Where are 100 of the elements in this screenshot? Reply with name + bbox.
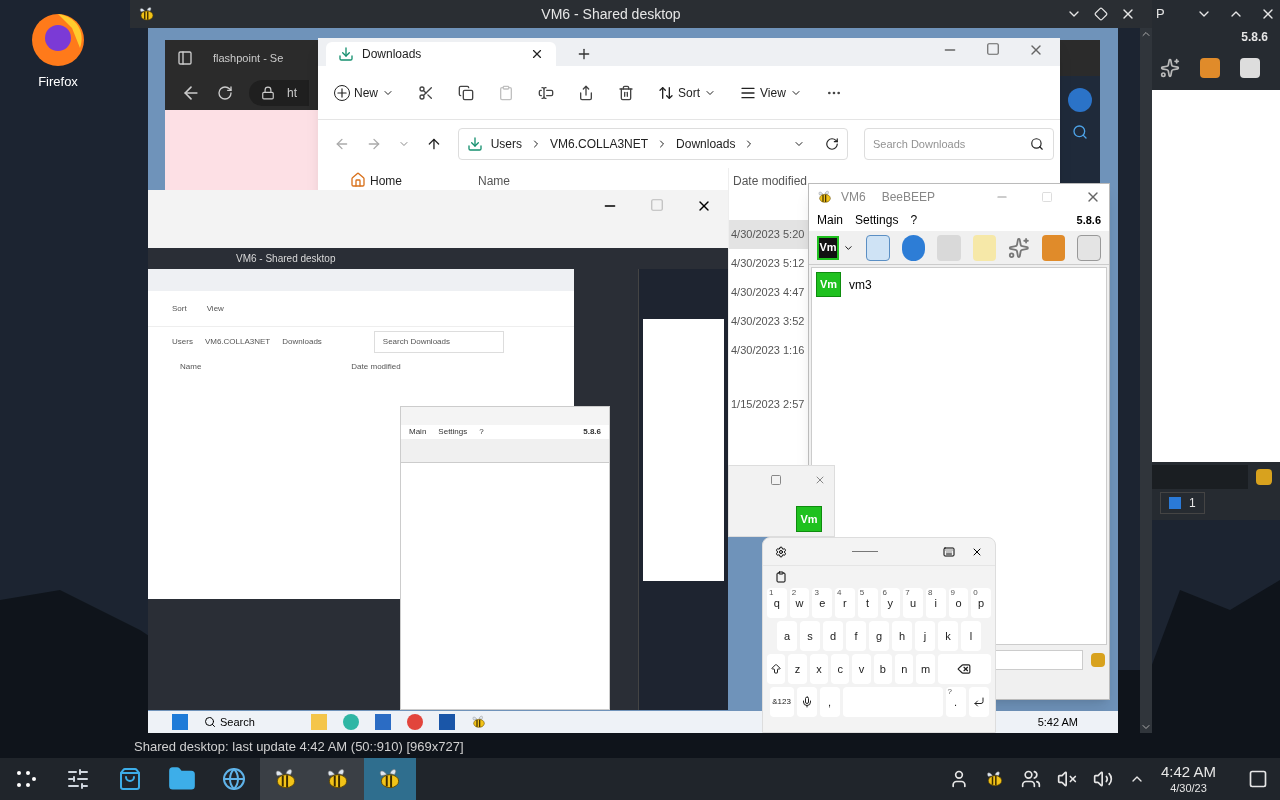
keyboard-key[interactable]: f xyxy=(846,621,866,651)
globe-icon xyxy=(222,767,246,791)
user-name[interactable]: vm3 xyxy=(849,275,872,294)
new-tab-icon[interactable] xyxy=(576,46,592,62)
delete-icon[interactable] xyxy=(618,84,634,101)
keyboard-key[interactable]: l xyxy=(961,621,981,651)
close-icon[interactable] xyxy=(530,47,544,61)
keyboard-key[interactable]: 2 w xyxy=(789,588,810,618)
keyboard-key[interactable] xyxy=(767,654,786,684)
tools-icon[interactable] xyxy=(1160,58,1180,78)
menu-item[interactable]: Settings xyxy=(855,211,899,229)
keyboard-key[interactable]: j xyxy=(915,621,935,651)
breadcrumb-item[interactable]: Users xyxy=(490,135,523,153)
breadcrumb-item[interactable]: Downloads xyxy=(676,135,736,153)
search-icon[interactable] xyxy=(1072,124,1088,140)
mute-icon[interactable] xyxy=(1056,769,1077,789)
keyboard-key[interactable]: &123 xyxy=(769,687,794,717)
refresh-icon[interactable] xyxy=(825,137,839,151)
keyboard-key[interactable]: x xyxy=(809,654,829,684)
keyboard-key[interactable]: 7 u xyxy=(903,588,923,618)
keyboard-key[interactable]: 5 t xyxy=(857,588,878,618)
sort-button[interactable]: Sort xyxy=(172,302,187,315)
drag-handle[interactable] xyxy=(852,551,878,552)
keyboard-key[interactable]: s xyxy=(800,621,820,651)
keyboard-key[interactable]: 8 i xyxy=(925,588,946,618)
desktop-icon-label[interactable]: Firefox xyxy=(38,72,78,92)
menu-item[interactable]: ? xyxy=(910,211,918,229)
breadcrumb-item[interactable]: Users xyxy=(172,336,193,348)
keyboard-key[interactable] xyxy=(937,654,991,684)
keyboard-key[interactable]: v xyxy=(852,654,871,684)
clipboard-icon[interactable] xyxy=(775,571,787,583)
keyboard-key[interactable]: b xyxy=(873,654,893,684)
new-button[interactable]: New xyxy=(334,83,394,102)
scrollbar[interactable] xyxy=(1140,28,1152,733)
keyboard-key[interactable]: 4 r xyxy=(835,588,855,618)
search-field[interactable]: Search xyxy=(220,713,255,731)
settings-icon[interactable] xyxy=(775,545,787,558)
chat-tab[interactable]: 1 xyxy=(1160,492,1205,514)
search-field[interactable]: Search Downloads xyxy=(373,331,504,353)
menu-item[interactable]: Settings xyxy=(438,426,468,438)
cut-icon[interactable] xyxy=(418,84,434,101)
keyboard-key[interactable] xyxy=(796,687,817,717)
sort-button[interactable]: Sort xyxy=(658,83,717,102)
breadcrumb-item[interactable]: VM6.COLLA3NET xyxy=(204,336,271,348)
view-button[interactable]: View xyxy=(206,302,224,315)
share-icon[interactable] xyxy=(578,84,594,101)
sidebar-icon[interactable] xyxy=(177,50,193,66)
keyboard-icon[interactable] xyxy=(943,545,955,558)
menu-item[interactable]: ? xyxy=(479,426,484,438)
browser-tab[interactable]: flashpoint - Se xyxy=(213,49,284,67)
search-field[interactable]: Search Downloads xyxy=(864,128,1054,160)
taskbar-button[interactable] xyxy=(312,758,364,800)
copy-icon[interactable] xyxy=(458,84,474,101)
show-desktop-icon[interactable] xyxy=(1248,769,1268,789)
downloads-tab[interactable]: Downloads xyxy=(326,42,556,66)
column-header[interactable]: Name xyxy=(478,174,510,188)
menu-item[interactable]: Main xyxy=(817,211,843,229)
rename-icon[interactable] xyxy=(538,84,554,101)
keyboard-key[interactable]: a xyxy=(777,621,797,651)
clock: 5:42 AM xyxy=(1037,714,1078,730)
keyboard-key[interactable]: g xyxy=(869,621,889,651)
user-avatar: Vm xyxy=(816,272,841,297)
keyboard-key[interactable]: 6 y xyxy=(880,588,901,618)
app-logo-icon xyxy=(138,5,156,23)
bee-icon[interactable] xyxy=(984,769,1005,789)
keyboard-key[interactable]: 9 o xyxy=(948,588,969,618)
nav-item[interactable]: Home xyxy=(370,172,402,190)
keyboard-key[interactable]: n xyxy=(895,654,914,684)
keyboard-key[interactable]: m xyxy=(916,654,935,684)
keyboard-key[interactable]: c xyxy=(831,654,850,684)
bee-icon[interactable] xyxy=(470,714,487,730)
keyboard-key[interactable]: z xyxy=(788,654,807,684)
download-icon xyxy=(466,136,483,152)
breadcrumb-item[interactable]: VM6.COLLA3NET xyxy=(550,135,649,153)
keyboard-key[interactable]: d xyxy=(823,621,843,651)
clock[interactable]: 4:42 AM 4/30/23 xyxy=(1160,762,1216,796)
keyboard-key[interactable]: , xyxy=(819,687,840,717)
status-avatar: Vm xyxy=(817,235,840,260)
version-label: 5.8.6 xyxy=(1241,29,1269,46)
keyboard-key[interactable]: 3 e xyxy=(812,588,833,618)
keyboard-key[interactable]: k xyxy=(938,621,958,651)
keyboard-key[interactable]: 1 q xyxy=(767,588,787,618)
column-header[interactable]: Date modified xyxy=(729,168,808,190)
view-button[interactable]: View xyxy=(740,83,802,102)
address-bar[interactable]: Users VM6.COLLA3NET Downloads xyxy=(457,128,848,160)
keyboard-key[interactable]: ? . xyxy=(945,687,966,717)
version-label: 5.8.6 xyxy=(583,426,601,438)
paste-icon xyxy=(498,84,514,101)
breadcrumb-item[interactable]: Downloads xyxy=(282,336,322,348)
keyboard-key[interactable]: 0 p xyxy=(971,588,991,618)
lock-icon xyxy=(261,86,275,100)
taskbar-button[interactable] xyxy=(260,758,312,800)
keyboard-key[interactable]: h xyxy=(892,621,912,651)
address-bar[interactable]: ht xyxy=(249,80,309,106)
volume-icon[interactable] xyxy=(1092,769,1113,789)
message-field[interactable] xyxy=(1152,465,1248,489)
search-icon[interactable] xyxy=(204,716,216,728)
tools-icon[interactable] xyxy=(1008,235,1030,260)
menu-item[interactable]: Main xyxy=(409,426,427,438)
date-cell: 4/30/2023 5:20 xyxy=(729,220,808,249)
